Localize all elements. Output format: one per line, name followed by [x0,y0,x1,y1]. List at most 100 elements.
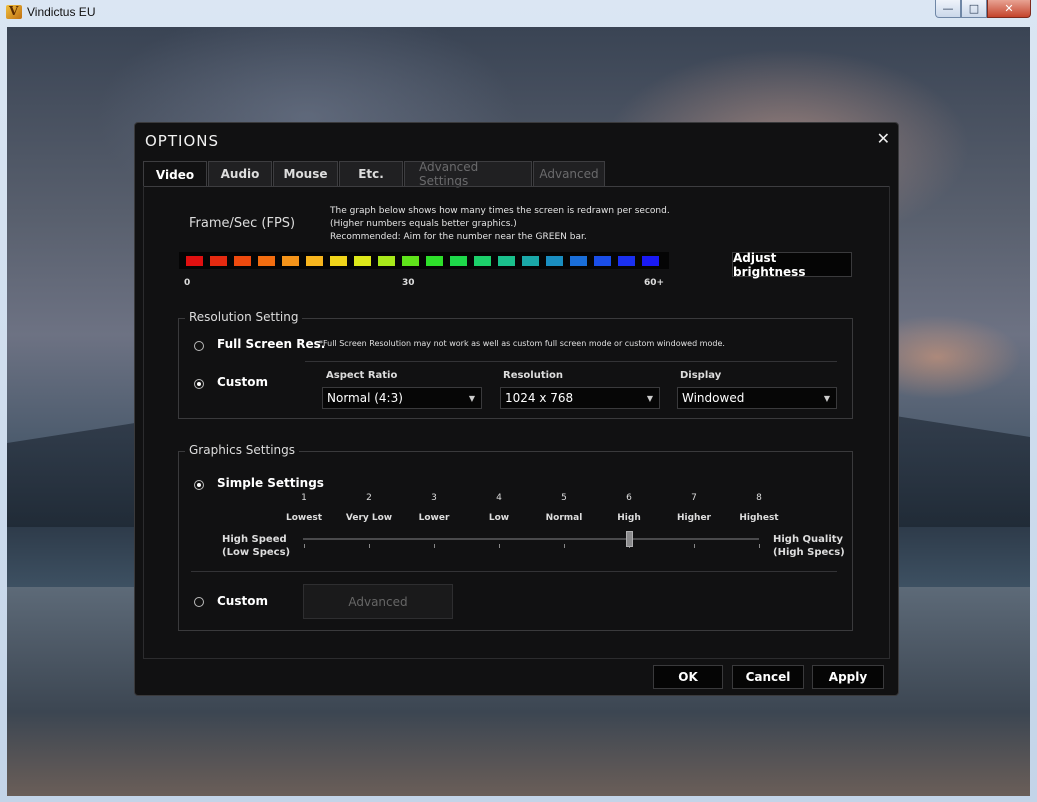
fullscreen-label[interactable]: Full Screen Res. [217,337,325,351]
aspect-ratio-select[interactable]: Normal (4:3) ▼ [322,387,482,409]
window-title: Vindictus EU [27,5,96,19]
graphics-legend: Graphics Settings [185,443,300,457]
tab-mouse[interactable]: Mouse [273,161,338,186]
aspect-ratio-label: Aspect Ratio [326,370,398,381]
custom-resolution-label[interactable]: Custom [217,375,268,389]
fps-segment [258,255,275,266]
tab-advanced[interactable]: Advanced [533,161,605,186]
slider-tick [434,544,435,548]
tab-advanced-settings[interactable]: Advanced Settings [404,160,532,188]
quality-level-number: 5 [561,493,567,503]
tab-etc[interactable]: Etc. [339,161,403,186]
minimize-icon: — [942,2,954,15]
fps-segment [354,255,371,266]
resolution-label: Resolution [503,370,564,381]
fps-segment [210,255,227,266]
fps-segment [186,255,203,266]
close-icon: ✕ [1004,2,1014,15]
simple-settings-radio[interactable] [194,480,204,490]
graphics-separator [191,571,837,572]
high-speed-line-2: (Low Specs) [222,547,291,558]
quality-level-number: 7 [691,493,697,503]
quality-slider-track[interactable] [303,538,759,540]
fps-segment [642,255,659,266]
fps-desc-line-2: (Higher numbers equals better graphics.) [330,219,517,229]
dialog-close-icon[interactable]: ✕ [877,129,890,148]
cancel-button[interactable]: Cancel [732,665,804,689]
display-select[interactable]: Windowed ▼ [677,387,837,409]
tab-bar: Video Audio Mouse Etc. Advanced Settings… [143,160,606,188]
app-icon [6,4,22,19]
custom-graphics-label[interactable]: Custom [217,594,268,608]
quality-level-number: 1 [301,493,307,503]
fps-segment [426,255,443,266]
window-controls: — □ ✕ [935,0,1031,18]
fps-segment [282,255,299,266]
quality-slider-thumb[interactable] [626,531,633,547]
fps-segment [450,255,467,266]
advanced-graphics-button[interactable]: Advanced [303,584,453,619]
close-window-button[interactable]: ✕ [987,0,1031,18]
dialog-title: OPTIONS [145,132,219,150]
custom-graphics-radio[interactable] [194,597,204,607]
fps-segment [474,255,491,266]
quality-level-number: 4 [496,493,502,503]
fps-segment [378,255,395,266]
fps-desc-line-3: Recommended: Aim for the number near the… [330,232,587,242]
chevron-down-icon: ▼ [468,394,475,403]
fps-segment [402,255,419,266]
fps-segment [546,255,563,266]
adjust-brightness-button[interactable]: Adjust brightness [732,251,852,279]
fps-label: Frame/Sec (FPS) [189,216,296,231]
fps-segment [306,255,323,266]
window-titlebar[interactable]: Vindictus EU — □ ✕ [0,0,1037,26]
slider-tick [304,544,305,548]
quality-level-name: Lower [418,513,450,523]
slider-tick [694,544,695,548]
aspect-ratio-value: Normal (4:3) [327,391,403,405]
slider-tick [369,544,370,548]
resolution-select[interactable]: 1024 x 768 ▼ [500,387,660,409]
fps-segment [570,255,587,266]
simple-settings-label[interactable]: Simple Settings [217,476,324,490]
fps-segment [234,255,251,266]
minimize-button[interactable]: — [935,0,961,18]
resolution-separator [305,361,837,362]
quality-level-name: Low [488,513,510,523]
slider-tick [759,544,760,548]
fps-tick-mid: 30 [402,278,415,288]
slider-tick [499,544,500,548]
fullscreen-note: *Full Screen Resolution may not work as … [319,339,725,348]
chevron-down-icon: ▼ [823,394,830,403]
quality-level-number: 8 [756,493,762,503]
maximize-button[interactable]: □ [961,0,987,18]
apply-button[interactable]: Apply [812,665,884,689]
fps-description: The graph below shows how many times the… [330,205,670,244]
high-quality-line-2: (High Specs) [773,547,845,558]
options-dialog: OPTIONS ✕ Video Audio Mouse Etc. Advance… [134,122,899,696]
fps-segment [594,255,611,266]
ok-button[interactable]: OK [653,665,723,689]
display-label: Display [680,370,722,381]
tab-audio[interactable]: Audio [208,161,272,186]
resolution-value: 1024 x 768 [505,391,574,405]
quality-level-name: Highest [739,513,779,523]
maximize-icon: □ [968,2,980,15]
quality-level-name: Normal [545,513,583,523]
fps-segment [522,255,539,266]
quality-level-name: Lowest [286,513,322,523]
custom-resolution-radio[interactable] [194,379,204,389]
quality-level-number: 2 [366,493,372,503]
display-value: Windowed [682,391,745,405]
high-quality-label: High Quality (High Specs) [773,533,845,559]
fullscreen-radio[interactable] [194,341,204,351]
quality-level-number: 6 [626,493,632,503]
quality-level-name: Higher [676,513,711,523]
high-speed-line-1: High Speed [222,534,287,545]
fps-tick-min: 0 [184,278,191,288]
chevron-down-icon: ▼ [646,394,653,403]
high-quality-line-1: High Quality [773,534,844,545]
high-speed-label: High Speed (Low Specs) [222,533,290,559]
tab-video[interactable]: Video [143,161,207,187]
quality-level-name: High [617,513,641,523]
